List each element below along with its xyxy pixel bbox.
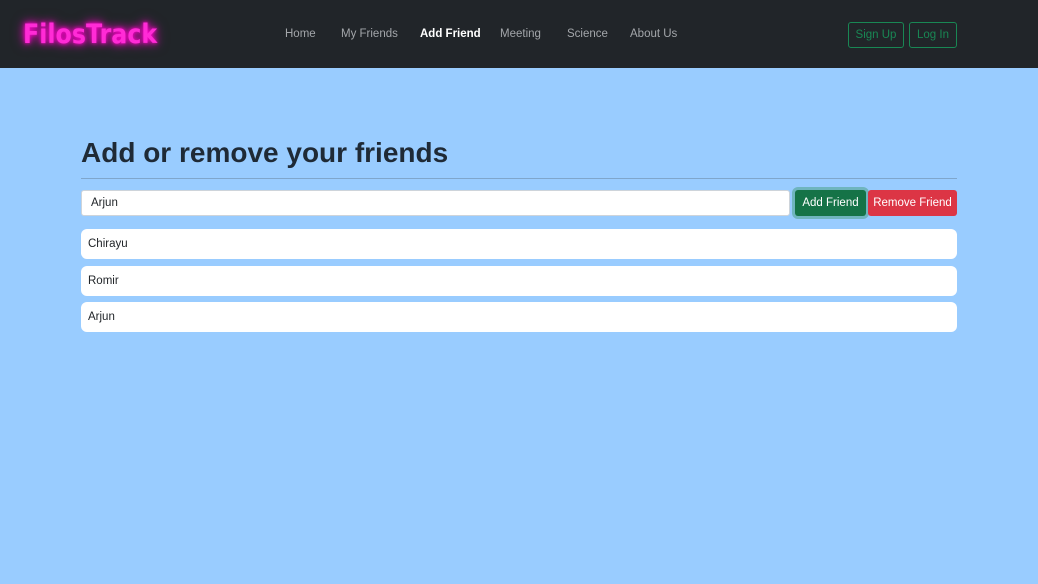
nav-link-science[interactable]: Science: [567, 27, 608, 42]
remove-friend-button[interactable]: Remove Friend: [868, 190, 957, 216]
friend-list-item: Romir: [81, 266, 957, 296]
nav-link-add-friend[interactable]: Add Friend: [420, 27, 481, 42]
divider: [81, 178, 957, 179]
navbar: FilosTrack Home My Friends Add Friend Me…: [0, 0, 1038, 68]
brand-logo[interactable]: FilosTrack: [23, 17, 157, 53]
nav-link-about-us[interactable]: About Us: [630, 27, 677, 42]
nav-link-home[interactable]: Home: [285, 27, 316, 42]
log-in-button[interactable]: Log In: [909, 22, 957, 48]
friend-name-input[interactable]: Arjun: [81, 190, 790, 216]
friend-list-item: Chirayu: [81, 229, 957, 259]
sign-up-button[interactable]: Sign Up: [848, 22, 904, 48]
friend-list-item: Arjun: [81, 302, 957, 332]
page-title: Add or remove your friends: [81, 137, 449, 168]
add-friend-button[interactable]: Add Friend: [795, 190, 866, 216]
nav-link-meeting[interactable]: Meeting: [500, 27, 541, 42]
nav-link-my-friends[interactable]: My Friends: [341, 27, 398, 42]
